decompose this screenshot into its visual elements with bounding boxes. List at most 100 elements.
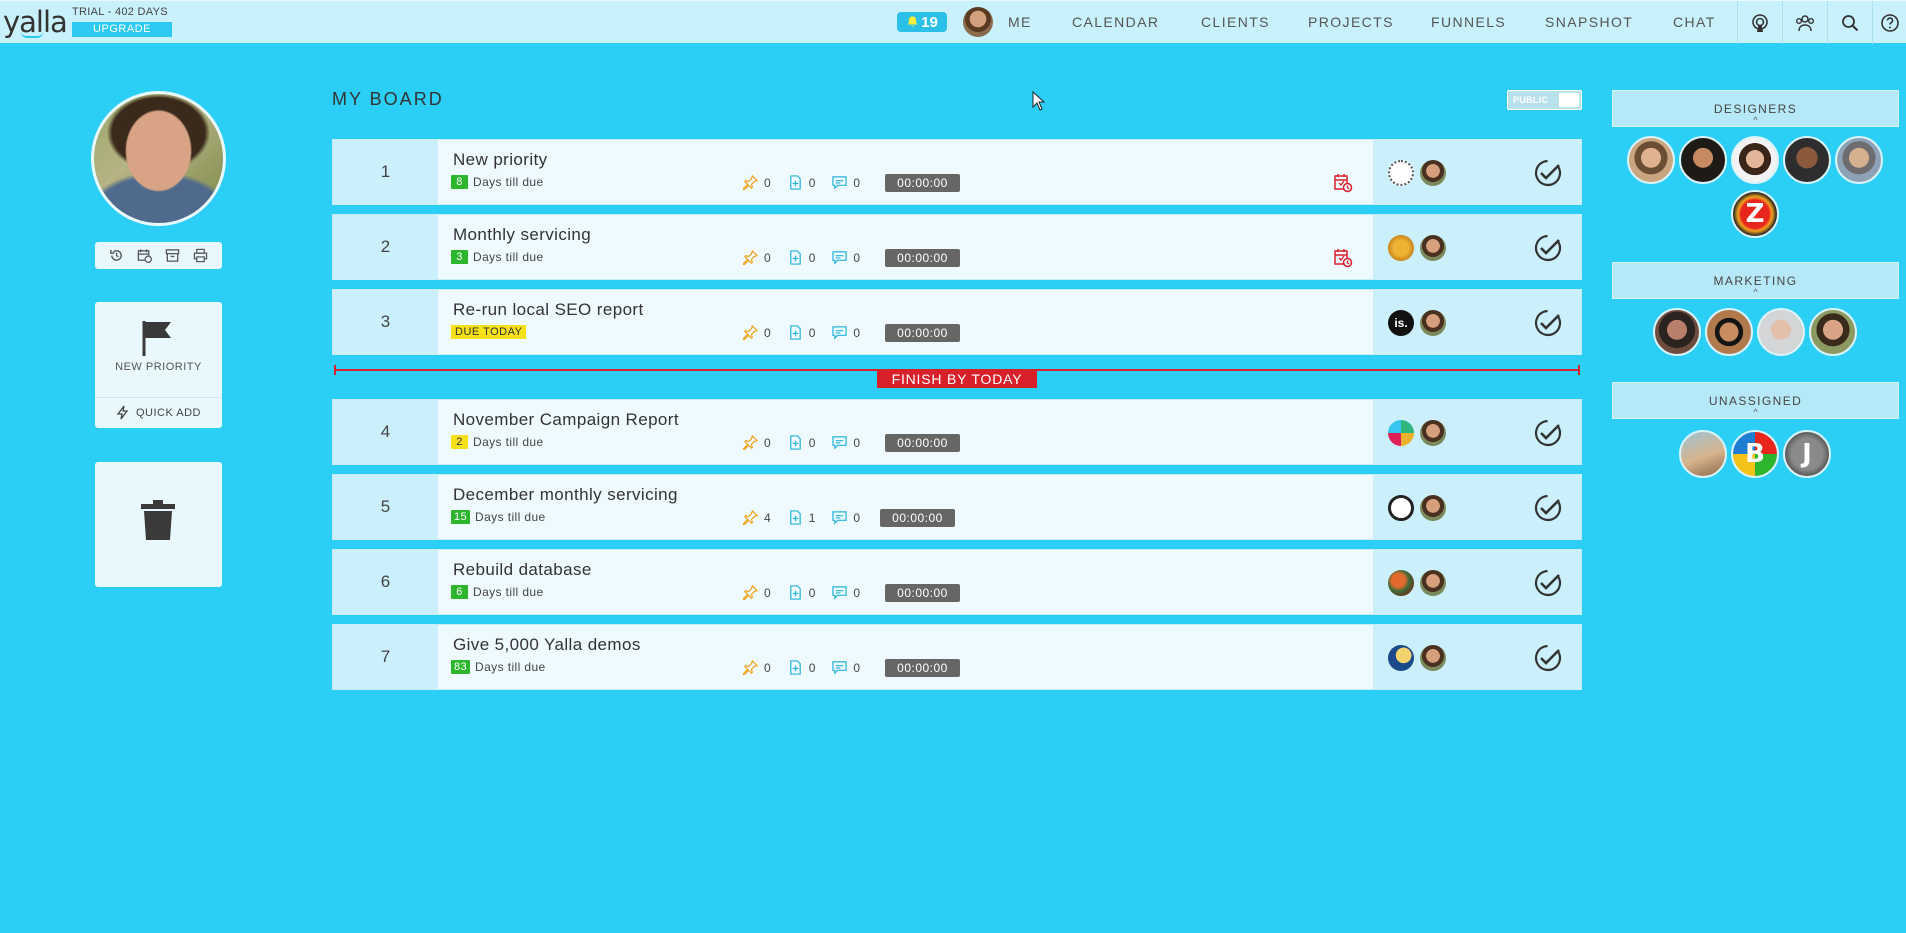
time-tracker[interactable]: 00:00:00 [885,434,960,452]
nav-chat[interactable]: CHAT [1673,14,1716,30]
pins-stat[interactable]: 0 [743,585,771,600]
files-stat[interactable]: 0 [788,325,815,340]
print-button[interactable] [192,247,210,265]
priority-number[interactable]: 1 [333,140,438,204]
comments-stat[interactable]: 0 [832,175,860,190]
comments-stat[interactable]: 0 [832,435,860,450]
priority-row[interactable]: 6 Rebuild database 6 Days till due 0 0 0 00:00:… [332,549,1582,615]
comments-stat[interactable]: 0 [832,250,860,265]
marketing-avatar[interactable] [1809,308,1857,356]
priority-title[interactable]: Re-run local SEO report [453,300,644,320]
marketing-avatar[interactable] [1757,308,1805,356]
comments-stat[interactable]: 0 [832,325,860,340]
archive-button[interactable] [164,247,182,265]
priority-number[interactable]: 5 [333,475,438,539]
priority-number[interactable]: 7 [333,625,438,689]
files-stat[interactable]: 0 [788,250,815,265]
unassigned-avatar-j[interactable]: J [1783,430,1831,478]
help-button[interactable] [1872,1,1906,44]
client-logo[interactable]: is. [1388,310,1414,336]
time-tracker[interactable]: 00:00:00 [885,659,960,677]
complete-button[interactable] [1533,158,1563,188]
priority-number[interactable]: 3 [333,290,438,354]
owner-avatar[interactable] [1420,160,1446,186]
team-marketing-header[interactable]: MARKETING ^ [1612,262,1899,299]
new-priority-panel[interactable]: NEW PRIORITY QUICK ADD [95,302,222,428]
team-unassigned-header[interactable]: UNASSIGNED ^ [1612,382,1899,419]
time-tracker[interactable]: 00:00:00 [885,249,960,267]
nav-me[interactable]: ME [1008,14,1032,30]
nav-snapshot[interactable]: SNAPSHOT [1545,14,1633,30]
owner-avatar[interactable] [1420,310,1446,336]
team-button[interactable] [1782,1,1827,44]
complete-button[interactable] [1533,233,1563,263]
complete-button[interactable] [1533,643,1563,673]
nav-funnels[interactable]: FUNNELS [1431,14,1506,30]
files-stat[interactable]: 0 [788,585,815,600]
team-designers-header[interactable]: DESIGNERS ^ [1612,90,1899,127]
public-toggle[interactable]: PUBLIC [1507,90,1582,110]
profile-photo[interactable] [91,91,226,226]
marketing-avatar[interactable] [1653,308,1701,356]
client-logo[interactable] [1388,160,1414,186]
priority-row[interactable]: 5 December monthly servicing 15 Days till d… [332,474,1582,540]
client-logo[interactable] [1388,420,1414,446]
complete-button[interactable] [1533,418,1563,448]
owner-avatar[interactable] [1420,495,1446,521]
owner-avatar[interactable] [1420,570,1446,596]
pins-stat[interactable]: 0 [743,250,771,265]
priority-number[interactable]: 2 [333,215,438,279]
nav-clients[interactable]: CLIENTS [1201,14,1270,30]
priority-title[interactable]: New priority [453,150,548,170]
user-avatar[interactable] [963,7,993,37]
marketing-avatar[interactable] [1705,308,1753,356]
priority-row[interactable]: 2 Monthly servicing 3 Days till due 0 0 0 00:00… [332,214,1582,280]
designer-avatar[interactable] [1679,136,1727,184]
priority-number[interactable]: 4 [333,400,438,464]
owner-avatar[interactable] [1420,420,1446,446]
time-tracker[interactable]: 00:00:00 [885,584,960,602]
priority-title[interactable]: Monthly servicing [453,225,591,245]
files-stat[interactable]: 0 [788,175,815,190]
priority-number[interactable]: 6 [333,550,438,614]
time-tracker[interactable]: 00:00:00 [885,324,960,342]
priority-row[interactable]: 3 Re-run local SEO report DUE TODAY 0 0 0 00:0… [332,289,1582,355]
files-stat[interactable]: 1 [788,510,815,525]
time-tracker[interactable]: 00:00:00 [885,174,960,192]
pins-stat[interactable]: 0 [743,325,771,340]
complete-button[interactable] [1533,568,1563,598]
nav-calendar[interactable]: CALENDAR [1072,14,1159,30]
comments-stat[interactable]: 0 [832,585,860,600]
complete-button[interactable] [1533,493,1563,523]
designer-avatar-z[interactable]: Z [1731,190,1779,238]
history-button[interactable] [108,247,126,265]
nav-projects[interactable]: PROJECTS [1308,14,1394,30]
designer-avatar[interactable] [1731,136,1779,184]
client-logo[interactable] [1388,570,1414,596]
upgrade-button[interactable]: UPGRADE [72,22,172,37]
priority-title[interactable]: Rebuild database [453,560,592,580]
complete-button[interactable] [1533,308,1563,338]
quick-add-button[interactable]: QUICK ADD [95,397,222,427]
client-logo[interactable] [1388,645,1414,671]
overdue-button[interactable] [1333,248,1353,268]
pins-stat[interactable]: 0 [743,435,771,450]
designer-avatar[interactable] [1835,136,1883,184]
notifications-button[interactable]: 19 [897,12,947,32]
files-stat[interactable]: 0 [788,435,815,450]
files-stat[interactable]: 0 [788,660,815,675]
pins-stat[interactable]: 4 [743,510,771,525]
overdue-button[interactable] [1333,173,1353,193]
unassigned-avatar[interactable] [1679,430,1727,478]
comments-stat[interactable]: 0 [832,660,860,675]
time-tracker[interactable]: 00:00:00 [880,509,955,527]
priority-row[interactable]: 1 New priority 8 Days till due 0 0 0 00:00:00 [332,139,1582,205]
unassigned-avatar-b[interactable]: B [1731,430,1779,478]
priority-row[interactable]: 7 Give 5,000 Yalla demos 83 Days till due 0 0… [332,624,1582,690]
pins-stat[interactable]: 0 [743,175,771,190]
priority-row[interactable]: 4 November Campaign Report 2 Days till due 0… [332,399,1582,465]
schedule-button[interactable] [136,247,154,265]
owner-avatar[interactable] [1420,235,1446,261]
client-logo[interactable] [1388,235,1414,261]
comments-stat[interactable]: 0 [832,510,860,525]
